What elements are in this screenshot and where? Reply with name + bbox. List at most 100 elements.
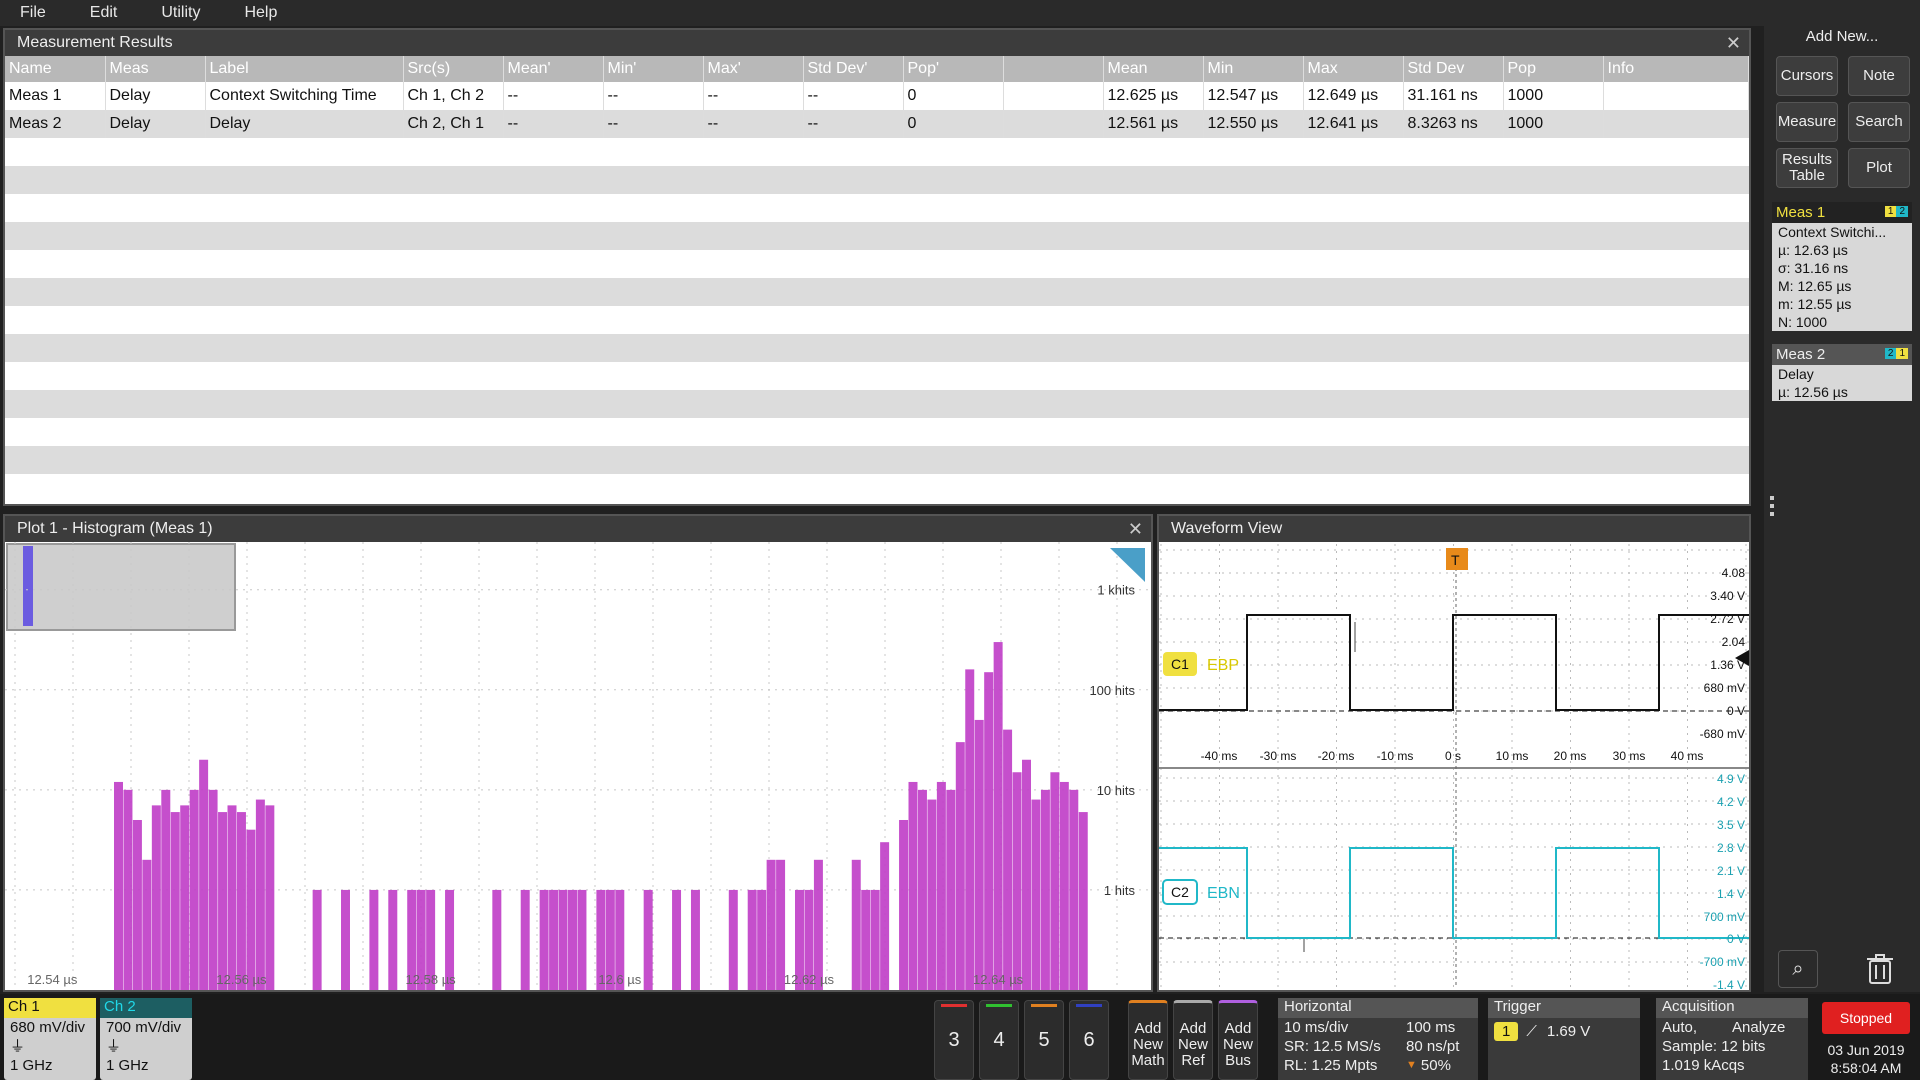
histogram-bar <box>927 799 937 990</box>
histogram-bar <box>208 789 218 990</box>
horizontal-resolution: 80 ns/pt <box>1406 1038 1460 1055</box>
meas1-badge[interactable]: Meas 1 12 Context Switchi... µ: 12.63 µs… <box>1772 202 1912 331</box>
table-row[interactable]: Meas 1 Delay Context Switching Time Ch 1… <box>5 82 1749 110</box>
menu-edit[interactable]: Edit <box>70 4 142 22</box>
histogram-bar <box>577 889 587 990</box>
meas2-badge-header: Meas 2 21 <box>1772 344 1912 365</box>
histogram-panel: Plot 1 - Histogram (Meas 1) ✕ 1 khits 100… <box>3 514 1176 992</box>
ch2-bandwidth: 1 GHz <box>106 1057 149 1074</box>
time-tick-label: 40 ms <box>1671 749 1704 763</box>
histogram-title: Plot 1 - Histogram (Meas 1) ✕ <box>5 516 1151 542</box>
col-header-stddev-prime[interactable]: Std Dev' <box>803 56 904 82</box>
table-cell: 0 <box>903 82 1004 110</box>
plot-button[interactable]: Plot <box>1848 148 1910 188</box>
zoom-icon[interactable]: ⌕ <box>1778 950 1818 988</box>
col-header-srcs[interactable]: Src(s) <box>403 56 504 82</box>
waveform-display[interactable]: 4.083.40 V2.72 V2.041.36 V680 mV0 V-680 … <box>1159 542 1749 992</box>
ch1-bandwidth: 1 GHz <box>10 1057 53 1074</box>
col-header-max[interactable]: Max <box>1303 56 1404 82</box>
col-header-min[interactable]: Min <box>1203 56 1304 82</box>
ch1-badge[interactable]: Ch 1 680 mV/div ⏚ 1 GHz <box>4 998 96 1080</box>
y-tick-label: 1 hits <box>1104 883 1136 898</box>
menu-file[interactable]: File <box>0 4 70 22</box>
overview-window[interactable] <box>23 546 33 626</box>
run-stop-button[interactable]: Stopped <box>1822 1002 1910 1034</box>
close-icon[interactable]: ✕ <box>1128 516 1143 542</box>
col-header-name[interactable]: Name <box>5 56 106 82</box>
overview-thumbnail[interactable] <box>6 543 236 631</box>
col-header-info[interactable]: Info <box>1603 56 1749 82</box>
panel-resize-handle[interactable] <box>1770 496 1774 526</box>
c1-channel-tag[interactable]: C1 EBP <box>1163 652 1239 676</box>
empty-row <box>5 390 1749 418</box>
meas2-sources: 21 <box>1884 348 1908 359</box>
channel-4-button[interactable]: 4 <box>979 1000 1019 1080</box>
date-display: 03 Jun 2019 <box>1827 1042 1905 1058</box>
meas2-badge-title: Meas 2 <box>1776 346 1826 363</box>
add-new-ref-button[interactable]: Add New Ref <box>1173 1000 1213 1080</box>
waveform-view-panel: Waveform View 4.08 3.40 V 2.72 V 2.04 1.36 V… <box>1157 514 1751 992</box>
col-header-mean[interactable]: Mean <box>1103 56 1204 82</box>
histogram-bar <box>757 889 767 990</box>
horizontal-title: Horizontal <box>1278 998 1478 1018</box>
x-tick-label: 12.6 µs <box>598 972 641 987</box>
y-tick-label: 1 khits <box>1097 583 1135 598</box>
channel-5-button[interactable]: 5 <box>1024 1000 1064 1080</box>
col-header-max-prime[interactable]: Max' <box>703 56 804 82</box>
col-header-pop[interactable]: Pop <box>1503 56 1604 82</box>
histogram-bar <box>246 829 256 990</box>
results-table-button[interactable]: Results Table <box>1776 148 1838 188</box>
c1-volt-label: 3.40 V <box>1710 589 1745 603</box>
c2-volt-label: 1.4 V <box>1717 887 1745 901</box>
table-cell <box>1603 82 1749 110</box>
histogram-bar <box>312 889 322 990</box>
menu-help[interactable]: Help <box>224 4 301 22</box>
histogram-bar <box>1050 772 1060 990</box>
menu-utility[interactable]: Utility <box>141 4 224 22</box>
col-header-min-prime[interactable]: Min' <box>603 56 704 82</box>
histogram-bar <box>255 799 265 990</box>
table-cell: 12.625 µs <box>1103 82 1204 110</box>
x-tick-label: 12.64 µs <box>973 972 1024 987</box>
results-table: Name Meas Label Src(s) Mean' Min' Max' S… <box>5 56 1749 138</box>
histogram-bar <box>114 781 123 990</box>
histogram-bar <box>142 859 152 990</box>
add-new-bus-button[interactable]: Add New Bus <box>1218 1000 1258 1080</box>
col-header-meas[interactable]: Meas <box>105 56 206 82</box>
measure-button[interactable]: Measure <box>1776 102 1838 142</box>
acquisition-badge[interactable]: Acquisition Auto, Analyze Sample: 12 bits… <box>1656 998 1808 1080</box>
table-cell <box>1003 110 1104 138</box>
ch2-scale: 700 mV/div <box>106 1019 182 1036</box>
col-header-stddev[interactable]: Std Dev <box>1403 56 1504 82</box>
trigger-badge[interactable]: Trigger 1 ⟋ 1.69 V <box>1488 998 1640 1080</box>
histogram-chart[interactable]: 1 khits 100 hits 10 hits 1 hits 12.54 µs 12.… <box>5 542 1176 990</box>
c2-volt-label: 2.1 V <box>1717 864 1745 878</box>
col-header-pop-prime[interactable]: Pop' <box>903 56 1004 82</box>
col-header-mean-prime[interactable]: Mean' <box>503 56 604 82</box>
add-new-math-button[interactable]: Add New Math <box>1128 1000 1168 1080</box>
cursors-button[interactable]: Cursors <box>1776 56 1838 96</box>
meas2-src-b: 1 <box>1896 348 1908 359</box>
empty-row <box>5 278 1749 306</box>
close-icon[interactable]: ✕ <box>1726 30 1741 56</box>
col-header-label[interactable]: Label <box>205 56 404 82</box>
ch2-badge[interactable]: Ch 2 700 mV/div ⏚ 1 GHz <box>100 998 192 1080</box>
search-button[interactable]: Search <box>1848 102 1910 142</box>
c2-channel-tag[interactable]: C2 EBN <box>1162 879 1240 905</box>
note-button[interactable]: Note <box>1848 56 1910 96</box>
acquisition-analyze: Analyze <box>1732 1019 1786 1036</box>
zoom-handle-icon[interactable] <box>1110 548 1145 582</box>
horizontal-badge[interactable]: Horizontal 10 ms/div 100 ms SR: 12.5 MS/s… <box>1278 998 1478 1080</box>
table-cell: Meas 2 <box>5 110 106 138</box>
channel-6-button[interactable]: 6 <box>1069 1000 1109 1080</box>
table-row[interactable]: Meas 2 Delay Delay Ch 2, Ch 1 -- -- -- -… <box>5 110 1749 138</box>
trash-icon[interactable] <box>1860 950 1900 988</box>
histogram-title-text: Plot 1 - Histogram (Meas 1) <box>17 520 213 537</box>
channel-3-button[interactable]: 3 <box>934 1000 974 1080</box>
meas2-badge[interactable]: Meas 2 21 Delay µ: 12.56 µs <box>1772 344 1912 401</box>
empty-row <box>5 446 1749 474</box>
meas1-src-b: 2 <box>1896 206 1908 217</box>
trigger-marker-icon[interactable]: T <box>1446 548 1468 570</box>
trigger-marker-label: T <box>1451 552 1460 568</box>
empty-row <box>5 362 1749 390</box>
